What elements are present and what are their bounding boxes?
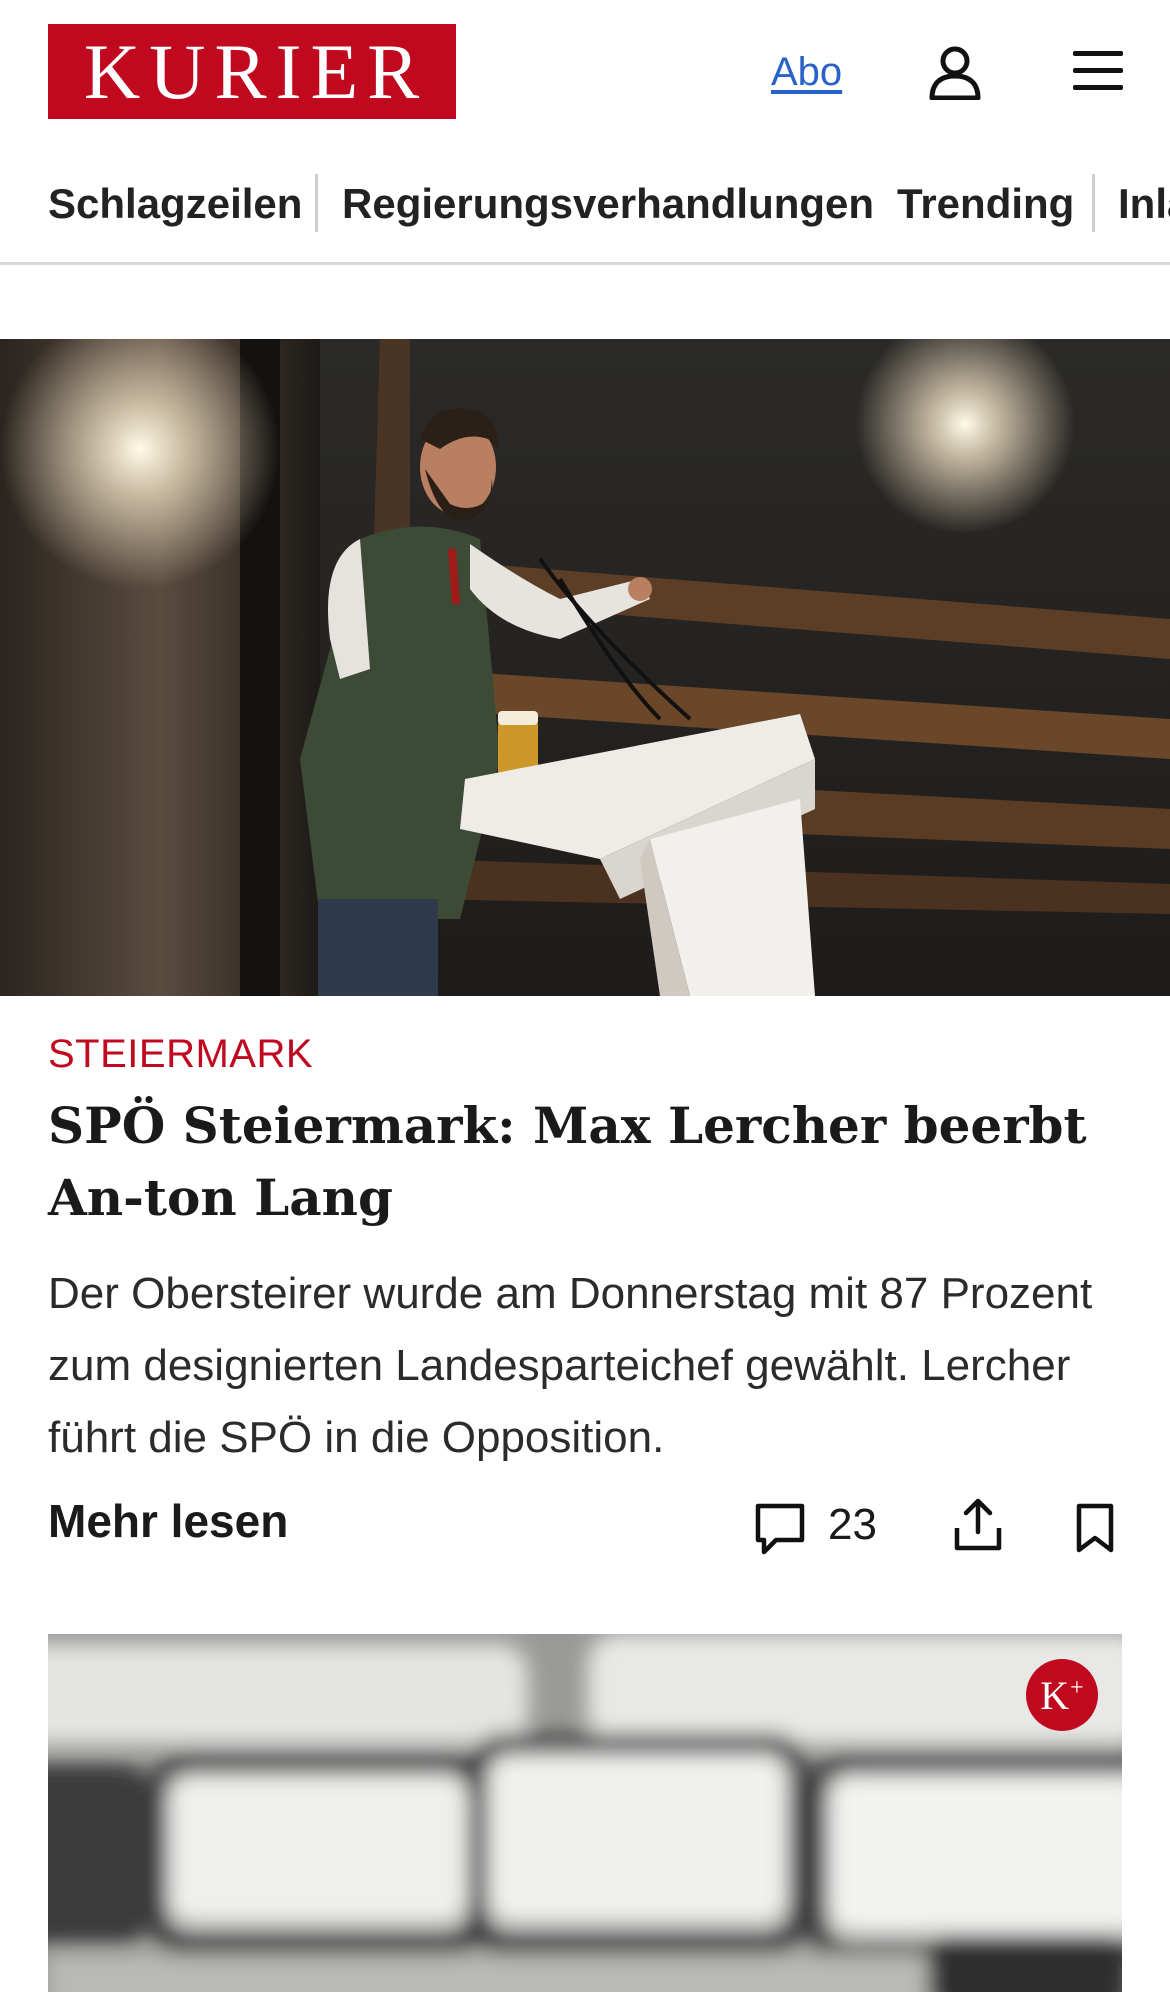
article-hero-image[interactable] bbox=[0, 339, 1170, 996]
site-header: KURIER Abo bbox=[0, 0, 1170, 146]
article-teaser[interactable]: Der Obersteirer wurde am Donnerstag mit … bbox=[48, 1258, 1128, 1474]
keyboard-photo bbox=[48, 1634, 1122, 1992]
nav-item-schlagzeilen[interactable]: Schlagzeilen bbox=[48, 180, 302, 228]
second-article-image[interactable] bbox=[48, 1634, 1122, 1992]
hamburger-menu-icon[interactable] bbox=[1071, 48, 1125, 94]
kurier-logo[interactable]: KURIER bbox=[48, 24, 456, 119]
nav-item-trending[interactable]: Trending bbox=[897, 180, 1074, 228]
section-nav: Schlagzeilen Regierungsverhandlungen Tre… bbox=[0, 146, 1170, 265]
user-icon[interactable] bbox=[928, 44, 982, 100]
article-title[interactable]: SPÖ Steiermark: Max Lercher beerbt An-to… bbox=[48, 1090, 1108, 1234]
logo-text: KURIER bbox=[83, 27, 429, 115]
comment-icon[interactable] bbox=[752, 1500, 808, 1556]
abo-link[interactable]: Abo bbox=[771, 50, 842, 95]
bookmark-icon[interactable] bbox=[1074, 1502, 1116, 1554]
kplus-letter: K bbox=[1040, 1672, 1070, 1718]
nav-item-inland[interactable]: Inland bbox=[1118, 180, 1170, 228]
comment-count[interactable]: 23 bbox=[828, 1500, 877, 1550]
kurier-plus-badge: K + bbox=[1026, 1659, 1098, 1731]
nav-separator bbox=[315, 174, 318, 232]
article-category[interactable]: STEIERMARK bbox=[48, 1032, 313, 1077]
read-more-link[interactable]: Mehr lesen bbox=[48, 1494, 288, 1548]
hero-photo bbox=[0, 339, 1170, 996]
nav-item-regierungsverhandlungen[interactable]: Regierungsverhandlungen bbox=[342, 180, 874, 228]
kplus-plus: + bbox=[1070, 1674, 1084, 1701]
share-icon[interactable] bbox=[952, 1496, 1004, 1554]
nav-separator bbox=[1092, 174, 1095, 232]
